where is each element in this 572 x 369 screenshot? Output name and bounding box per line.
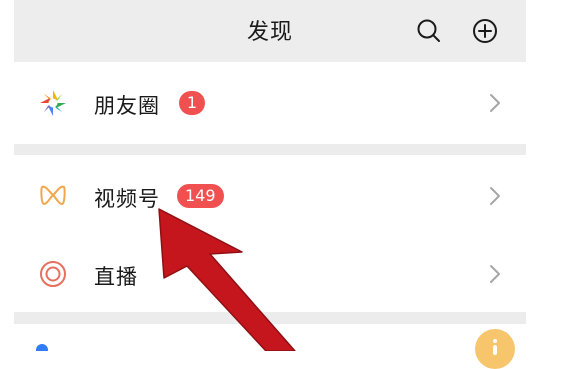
channels-butterfly-icon xyxy=(40,185,66,205)
header: 发现 xyxy=(14,0,526,62)
hint-stem xyxy=(493,345,497,355)
chevron-right-icon xyxy=(490,265,500,283)
search-icon[interactable] xyxy=(414,16,444,46)
menu-item-label: 朋友圈 xyxy=(94,94,160,118)
menu-item-moments[interactable]: 朋友圈 1 xyxy=(14,62,526,144)
hint-dot xyxy=(493,339,497,343)
live-ring-icon xyxy=(40,261,66,287)
chevron-right-icon xyxy=(490,94,500,112)
menu-item-channels[interactable]: 视频号 149 xyxy=(14,155,526,237)
add-circle-icon[interactable] xyxy=(470,16,500,46)
moments-aperture-icon xyxy=(40,90,66,116)
chevron-right-icon xyxy=(490,187,500,205)
floating-hint-bubble[interactable] xyxy=(475,329,515,369)
notification-badge: 149 xyxy=(177,184,224,208)
page-title: 发现 xyxy=(246,20,293,45)
discover-page: 发现 朋友圈 1 视频号 149 直播 xyxy=(14,0,526,351)
menu-item-next[interactable] xyxy=(14,324,526,351)
menu-item-label: 直播 xyxy=(94,265,138,289)
menu-item-label: 视频号 xyxy=(94,187,160,211)
menu-item-live[interactable]: 直播 xyxy=(14,237,526,312)
notification-badge: 1 xyxy=(179,91,205,115)
partial-row-icon xyxy=(36,344,48,351)
